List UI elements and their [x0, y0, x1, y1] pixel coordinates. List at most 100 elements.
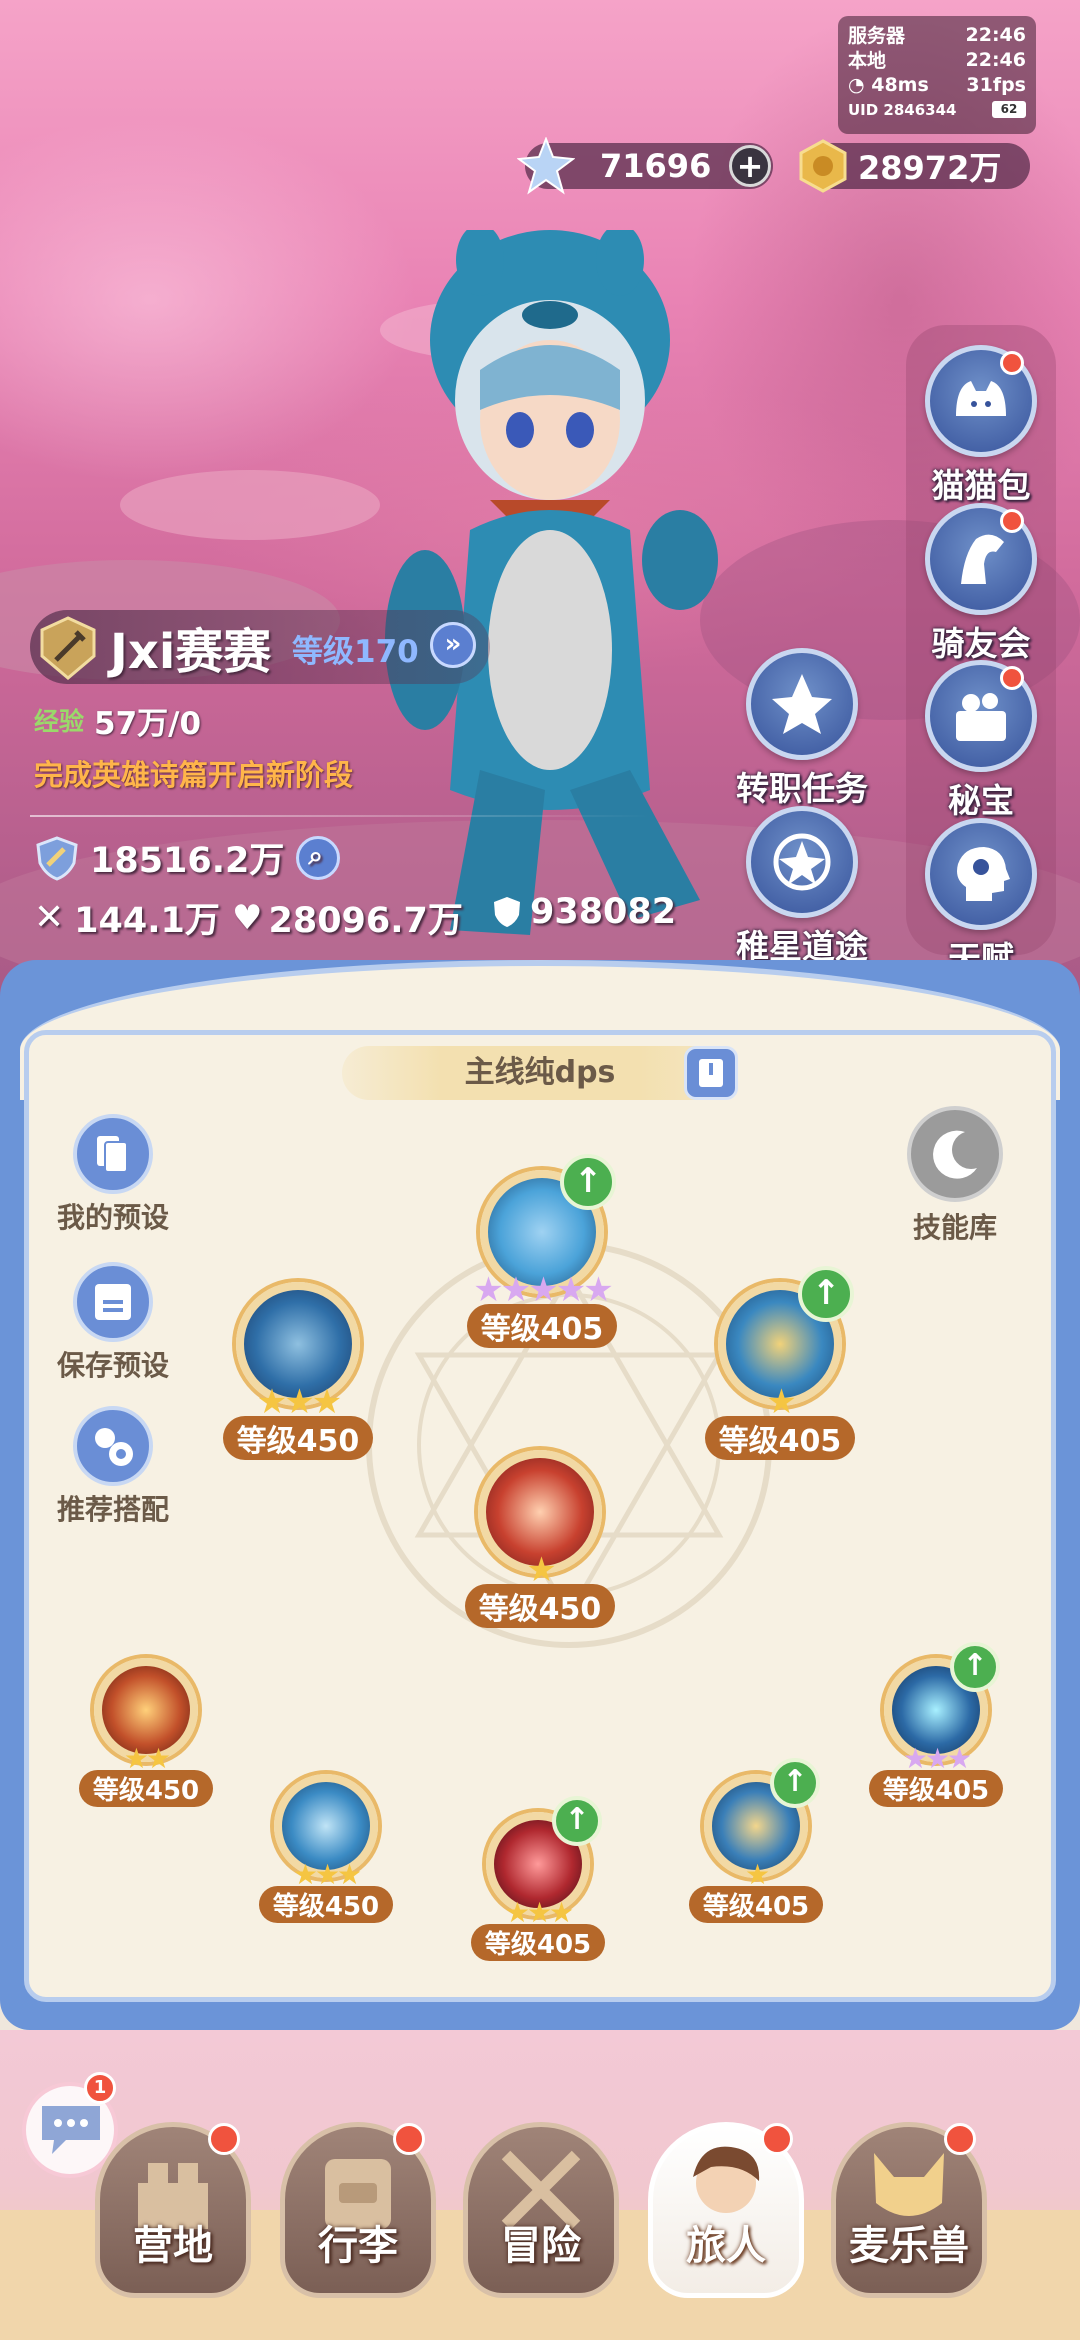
skill-level: 等级450 — [222, 1416, 374, 1460]
local-time: 22:46 — [965, 48, 1026, 71]
skill-stars: ★ — [766, 1382, 796, 1422]
upgrade-arrow-icon: ↑ — [950, 1642, 1000, 1692]
exp-value: 57万/0 — [94, 706, 202, 742]
preset-name-banner[interactable]: 主线纯dps — [342, 1046, 738, 1100]
nav-camp-label: 营地 — [133, 2223, 213, 2269]
server-label: 服务器 — [848, 25, 906, 47]
skill-stars: ★ — [526, 1550, 556, 1590]
level-details-button[interactable]: » — [430, 622, 476, 668]
nav-traveler[interactable]: 旅人 — [648, 2122, 804, 2298]
shield-power-icon — [36, 835, 78, 881]
epic-quest-hint[interactable]: 完成英雄诗篇开启新阶段 — [34, 752, 353, 794]
save-preset-label: 保存预设 — [56, 1349, 169, 1382]
nav-pets-label: 麦乐兽 — [849, 2223, 969, 2269]
server-time: 22:46 — [965, 23, 1026, 46]
skill-stars: ★★★ — [292, 1858, 362, 1891]
my-presets-label: 我的预设 — [56, 1201, 169, 1234]
talent-icon — [957, 847, 1010, 901]
hp-stat: ♥ 28096.7万 — [232, 892, 463, 943]
coin-amount: 28972万 — [858, 149, 1002, 187]
player-name: Jxi赛赛 — [110, 624, 272, 680]
treasure-badge — [1000, 666, 1024, 690]
attack-value: 144.1万 — [74, 901, 220, 941]
battery-icon: 62 — [992, 101, 1026, 118]
skill-bottom-center[interactable]: ↑ ★★★ 等级405 — [468, 1796, 608, 1961]
skill-level: 等级405 — [466, 1304, 618, 1348]
cat-bag-label: 猫猫包 — [931, 466, 1031, 505]
skill-stars: ★ — [744, 1858, 770, 1891]
skill-level: 等级450 — [78, 1770, 214, 1807]
device-status-box: 服务器 22:46 本地 22:46 ◔ 48ms 31fps UID 2846344… — [838, 16, 1036, 134]
cat-bag-button[interactable]: 猫猫包 — [906, 345, 1056, 507]
skill-library-label: 技能库 — [912, 1211, 997, 1244]
coin-currency: 28972万 — [799, 139, 1030, 193]
wifi-icon: ◔ — [848, 73, 865, 96]
class-emblem-icon — [40, 616, 96, 680]
nav-luggage[interactable]: 行李 — [280, 2122, 436, 2298]
save-icon — [95, 1284, 131, 1320]
skill-top[interactable]: ↑ ★★★★★ 等级405 — [462, 1154, 622, 1348]
uid-value: UID 2846344 — [848, 100, 957, 119]
preset-rename-button[interactable] — [684, 1046, 738, 1100]
upgrade-arrow-icon: ↑ — [552, 1796, 602, 1846]
fps-value: 31fps — [966, 73, 1026, 96]
my-presets-button[interactable]: 我的预设 — [48, 1114, 178, 1236]
local-label: 本地 — [848, 50, 887, 72]
skill-level: 等级450 — [464, 1584, 616, 1628]
attack-stat: ✕ 144.1万 — [34, 892, 220, 943]
upgrade-arrow-icon: ↑ — [560, 1154, 616, 1210]
add-gems-button[interactable]: + — [729, 145, 771, 187]
gem-amount: 71696 — [600, 147, 712, 185]
skill-level: 等级405 — [704, 1416, 856, 1460]
gem-currency: 71696 + — [517, 137, 773, 195]
skill-stars: ★★★ — [256, 1382, 342, 1422]
skill-center[interactable]: ★ 等级450 — [458, 1450, 622, 1628]
crystal-icon — [517, 137, 575, 195]
skill-bottom-right-2[interactable]: ↑ ★ 等级405 — [686, 1758, 826, 1923]
talent-button[interactable]: 天赋 — [906, 818, 1056, 980]
player-level: 等级170 — [292, 634, 419, 670]
nav-pets[interactable]: 麦乐兽 — [831, 2122, 987, 2298]
treasure-button[interactable]: 秘宝 — [906, 660, 1056, 822]
skill-level: 等级405 — [688, 1886, 824, 1923]
coin-icon — [799, 139, 847, 193]
horse-icon — [961, 534, 1004, 584]
nav-adventure[interactable]: 冒险 — [463, 2122, 619, 2298]
nav-traveler-label: 旅人 — [686, 2223, 766, 2269]
skill-stars: ★★★ — [504, 1896, 574, 1929]
rider-club-badge — [1000, 509, 1024, 533]
ping-value: 48ms — [871, 73, 929, 96]
skill-right[interactable]: ↑ ★ 等级405 — [700, 1266, 860, 1460]
chat-bubble-icon — [42, 2106, 100, 2154]
power-details-button[interactable]: ⌕ — [296, 835, 341, 880]
class-change-label: 转职任务 — [736, 769, 868, 808]
skill-left[interactable]: ★★★ 等级450 — [218, 1282, 378, 1460]
power-value: 18516.2万 — [90, 841, 285, 881]
skill-library-button[interactable]: 技能库 — [900, 1106, 1010, 1246]
power-stat: 18516.2万 ⌕ — [34, 832, 341, 883]
skill-bottom-left-2[interactable]: ★★★ 等级450 — [256, 1774, 396, 1923]
skill-level: 等级450 — [258, 1886, 394, 1923]
cat-bag-badge — [1000, 351, 1024, 375]
skill-stars: ★★★ — [902, 1742, 972, 1775]
save-preset-button[interactable]: 保存预设 — [48, 1262, 178, 1384]
star-path-icon — [773, 833, 831, 891]
class-change-quest-button[interactable]: 转职任务 — [727, 648, 877, 810]
star-path-button[interactable]: 稚星道途 — [727, 806, 877, 968]
recommended-build-button[interactable]: 推荐搭配 — [48, 1406, 178, 1528]
rider-club-button[interactable]: 骑友会 — [906, 503, 1056, 665]
info-divider — [30, 815, 650, 817]
nav-traveler-badge — [761, 2123, 793, 2155]
moon-icon — [933, 1130, 977, 1179]
book-icon — [699, 1059, 723, 1087]
upgrade-arrow-icon: ↑ — [798, 1266, 854, 1322]
skill-bottom-left-1[interactable]: ★★ 等级450 — [76, 1658, 216, 1807]
upgrade-arrow-icon: ↑ — [770, 1758, 820, 1808]
player-character — [385, 230, 718, 935]
cards-icon — [97, 1136, 128, 1173]
skill-bottom-right-1[interactable]: ↑ ★★★ 等级405 — [866, 1642, 1006, 1807]
hp-value: 28096.7万 — [268, 901, 463, 941]
crossed-swords-icon: ✕ — [34, 897, 65, 938]
gears-icon — [95, 1428, 133, 1466]
nav-camp[interactable]: 营地 — [95, 2122, 251, 2298]
